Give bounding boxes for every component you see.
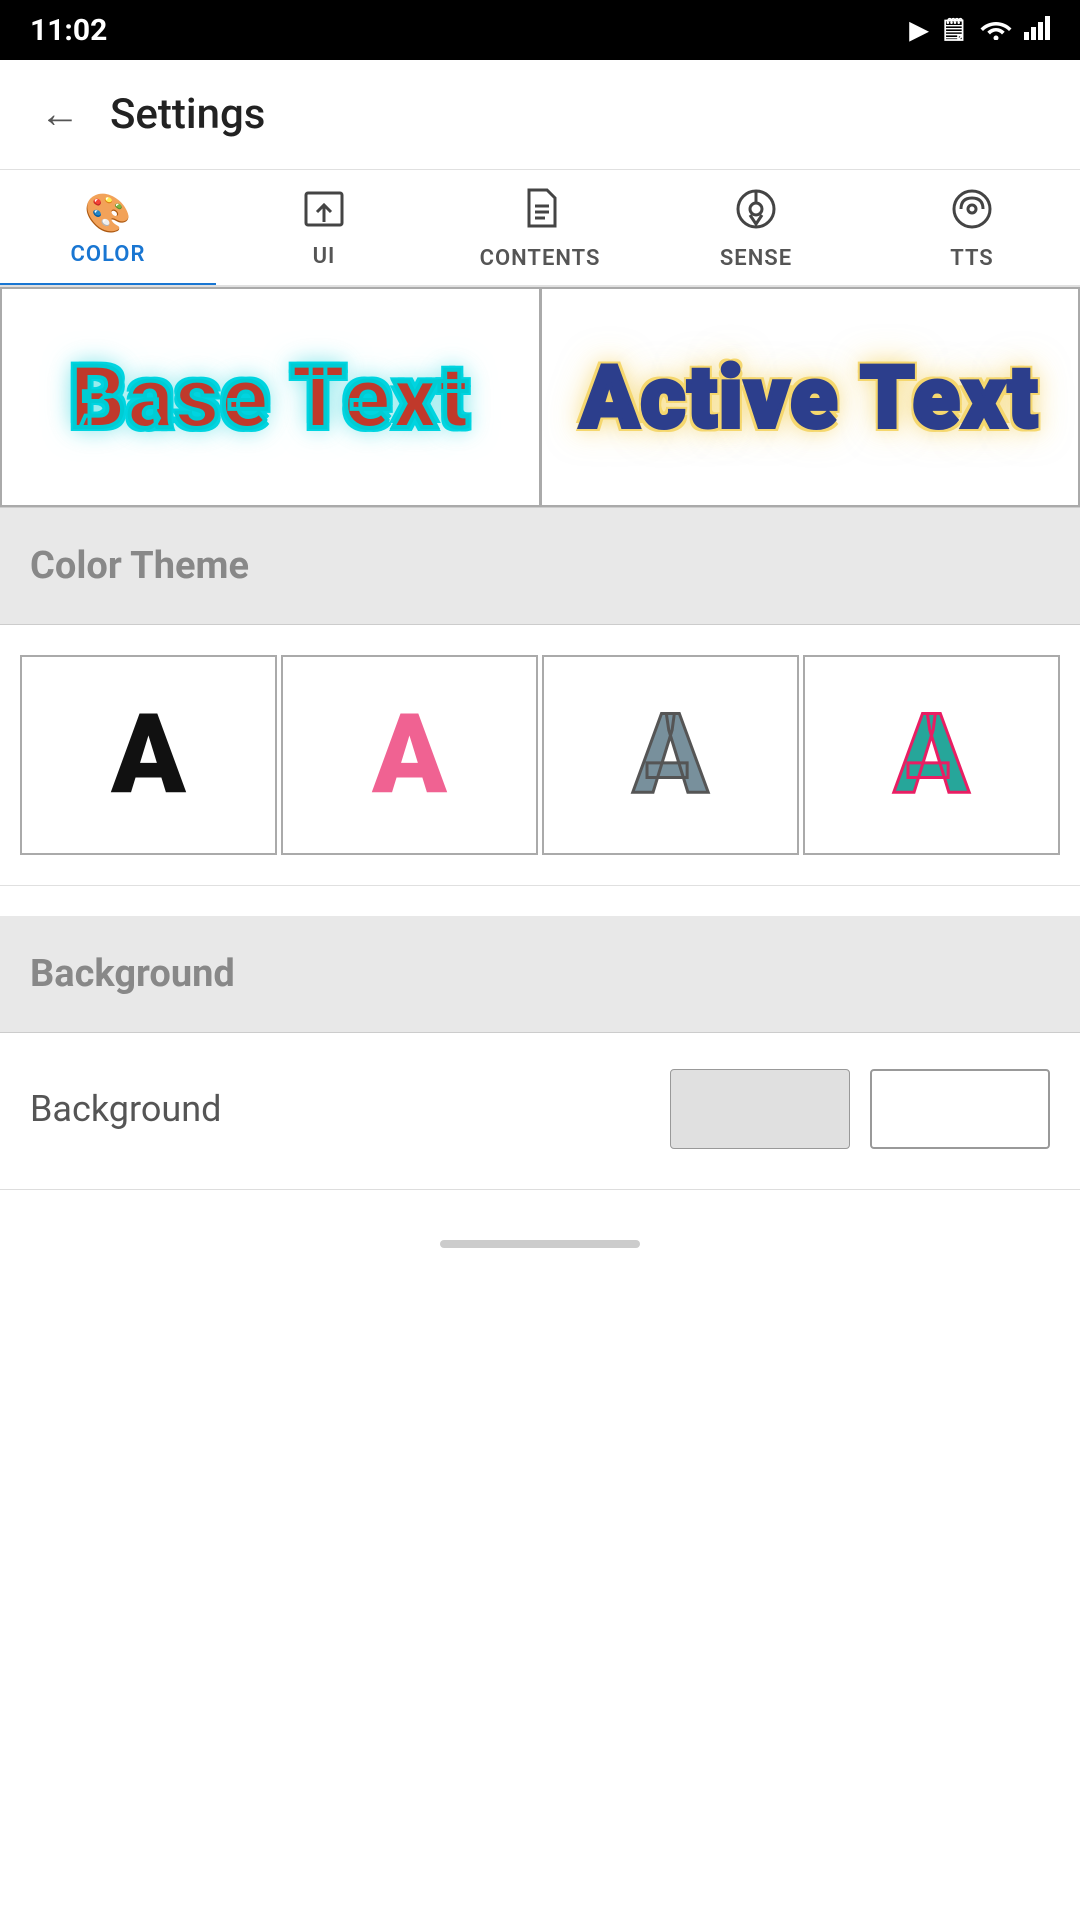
- background-buttons: [670, 1069, 1050, 1149]
- tab-sense[interactable]: SENSE: [648, 170, 864, 285]
- color-theme-section-header: Color Theme: [0, 508, 1080, 625]
- tab-ui[interactable]: UI: [216, 170, 432, 285]
- ui-tab-icon: [303, 190, 345, 238]
- preview-row: Base Text Active Text: [0, 287, 1080, 508]
- status-bar: 11:02 ▶ 🗒: [0, 0, 1080, 60]
- theme-a-black: A: [111, 700, 186, 810]
- contents-tab-icon: [521, 188, 559, 240]
- color-theme-title: Color Theme: [30, 544, 249, 588]
- scroll-indicator: [440, 1240, 640, 1248]
- wifi-icon: [980, 14, 1012, 47]
- tab-contents[interactable]: CONTENTS: [432, 170, 648, 285]
- sense-tab-icon: [735, 188, 777, 240]
- copy-icon: 🗒: [940, 18, 968, 43]
- back-button[interactable]: ←: [30, 82, 90, 147]
- background-btn-2[interactable]: [870, 1069, 1050, 1149]
- tab-color-label: COLOR: [71, 242, 146, 267]
- theme-a-teal: A: [894, 700, 969, 810]
- tab-ui-label: UI: [313, 244, 336, 269]
- background-label: Background: [30, 1088, 221, 1130]
- background-section: Background Background: [0, 916, 1080, 1190]
- tab-sense-label: SENSE: [720, 246, 792, 271]
- app-bar: ← Settings: [0, 60, 1080, 170]
- theme-a-grey: A: [633, 700, 708, 810]
- background-btn-1[interactable]: [670, 1069, 850, 1149]
- status-icons: ▶ 🗒: [910, 14, 1050, 47]
- tab-contents-label: CONTENTS: [480, 246, 601, 271]
- base-text-preview[interactable]: Base Text: [0, 287, 540, 507]
- active-text-display: Active Text: [580, 347, 1039, 448]
- play-icon: ▶: [910, 16, 928, 44]
- theme-option-pink[interactable]: A: [281, 655, 538, 855]
- theme-option-teal[interactable]: A: [803, 655, 1060, 855]
- background-title: Background: [30, 952, 235, 996]
- page-title: Settings: [110, 90, 265, 139]
- background-section-header: Background: [0, 916, 1080, 1033]
- background-row: Background: [0, 1033, 1080, 1190]
- base-text-display: Base Text: [70, 347, 470, 448]
- theme-option-grey[interactable]: A: [542, 655, 799, 855]
- signal-icon: [1024, 14, 1050, 47]
- theme-picker: A A A A: [0, 625, 1080, 886]
- tts-tab-icon: [951, 188, 993, 240]
- theme-a-pink: A: [372, 700, 447, 810]
- tab-tts[interactable]: TTS: [864, 170, 1080, 285]
- tab-bar: 🎨 COLOR UI CONTENTS: [0, 170, 1080, 287]
- tab-tts-label: TTS: [950, 246, 993, 271]
- color-tab-icon: 🎨: [84, 192, 131, 236]
- status-time: 11:02: [30, 13, 107, 48]
- tab-color[interactable]: 🎨 COLOR: [0, 170, 216, 285]
- active-text-preview[interactable]: Active Text: [540, 287, 1080, 507]
- theme-option-black[interactable]: A: [20, 655, 277, 855]
